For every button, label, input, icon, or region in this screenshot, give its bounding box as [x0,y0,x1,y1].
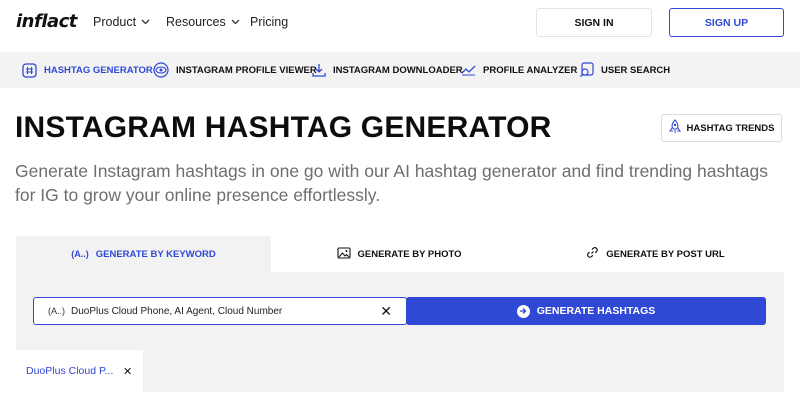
hashtag-trends-button[interactable]: HASHTAG TRENDS [661,114,782,142]
tab-post-url-label: GENERATE BY POST URL [606,248,725,260]
tool-profile-analyzer[interactable]: PROFILE ANALYZER [461,52,577,88]
nav-pricing-label: Pricing [250,15,289,29]
tab-keyword-label: GENERATE BY KEYWORD [95,248,216,260]
rocket-icon [668,119,681,137]
link-icon [586,246,599,262]
nav-pricing[interactable]: Pricing [250,15,288,29]
tool-hashtag-generator-label: HASHTAG GENERATOR [44,64,153,76]
tool-profile-analyzer-label: PROFILE ANALYZER [483,64,578,76]
remove-chip-icon[interactable]: ✕ [123,365,132,378]
keyword-search-box: (A..) ✕ [33,297,407,325]
keyword-input[interactable] [71,305,371,317]
tab-generate-by-post-url[interactable]: GENERATE BY POST URL [527,236,784,272]
image-icon [336,246,351,262]
nav-resources[interactable]: Resources [166,15,240,29]
tab-photo-label: GENERATE BY PHOTO [357,248,462,260]
generate-hashtags-label: GENERATE HASHTAGS [536,305,656,317]
user-search-icon [579,62,594,78]
page-subtitle: Generate Instagram hashtags in one go wi… [15,161,769,205]
generator-tabs: (A..) GENERATE BY KEYWORD GENERATE BY PH… [16,236,784,272]
sign-up-button[interactable]: SIGN UP [669,8,784,37]
nav-product[interactable]: Product [93,15,150,29]
keyword-icon: (A..) [71,249,89,259]
tool-user-search-label: USER SEARCH [601,64,671,76]
clear-icon[interactable]: ✕ [380,303,392,320]
tab-generate-by-keyword[interactable]: (A..) GENERATE BY KEYWORD [16,236,271,272]
tool-profile-viewer-label: INSTAGRAM PROFILE VIEWER [176,64,317,76]
inflact-logo[interactable]: inflact [16,11,77,32]
nav-product-label: Product [93,15,137,29]
arrow-right-icon [516,304,530,318]
tools-bar: HASHTAG GENERATOR INSTAGRAM PROFILE VIEW… [0,52,800,88]
chevron-down-icon [141,17,150,27]
tool-instagram-profile-viewer[interactable]: INSTAGRAM PROFILE VIEWER [153,52,317,88]
keyword-chip[interactable]: DuoPlus Cloud P... ✕ [16,350,143,392]
hashtag-icon [22,62,37,78]
page-title: INSTAGRAM HASHTAG GENERATOR [15,111,552,144]
eye-icon [153,62,169,78]
keyword-icon: (A..) [48,306,65,316]
tool-user-search[interactable]: USER SEARCH [579,52,670,88]
tool-instagram-downloader[interactable]: INSTAGRAM DOWNLOADER [312,52,463,88]
download-icon [312,63,326,78]
nav-resources-label: Resources [166,15,226,29]
tool-downloader-label: INSTAGRAM DOWNLOADER [333,64,463,76]
top-navigation: inflact Product Resources Pricing SIGN I… [0,0,800,46]
keyword-chip-label: DuoPlus Cloud P... [26,365,114,377]
generate-hashtags-button[interactable]: GENERATE HASHTAGS [406,297,766,325]
tool-hashtag-generator[interactable]: HASHTAG GENERATOR [22,52,153,88]
hashtag-trends-label: HASHTAG TRENDS [686,122,775,134]
sign-in-button[interactable]: SIGN IN [536,8,652,37]
chevron-down-icon [231,17,240,27]
tab-generate-by-photo[interactable]: GENERATE BY PHOTO [271,236,527,272]
trend-line-icon [461,64,476,76]
